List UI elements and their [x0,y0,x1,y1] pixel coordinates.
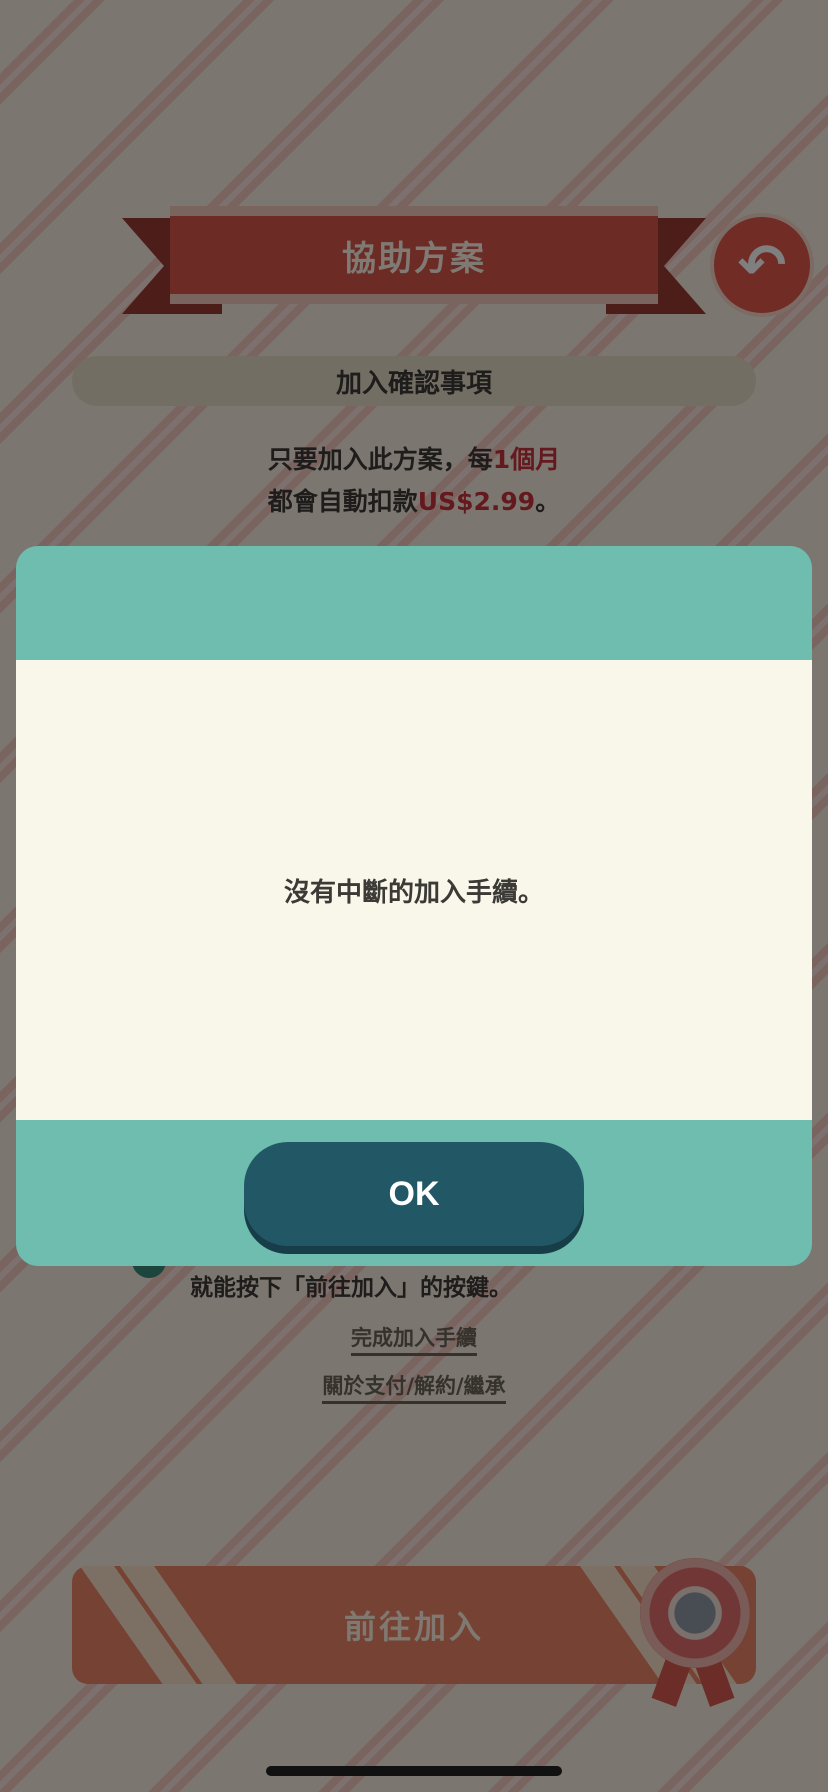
alert-message: 沒有中斷的加入手續。 [283,877,544,908]
alert-dialog-body: 沒有中斷的加入手續。 [16,660,812,1120]
ok-button[interactable]: OK [244,1142,584,1246]
home-indicator[interactable] [266,1766,562,1776]
alert-dialog: 沒有中斷的加入手續。 OK [16,546,812,1266]
